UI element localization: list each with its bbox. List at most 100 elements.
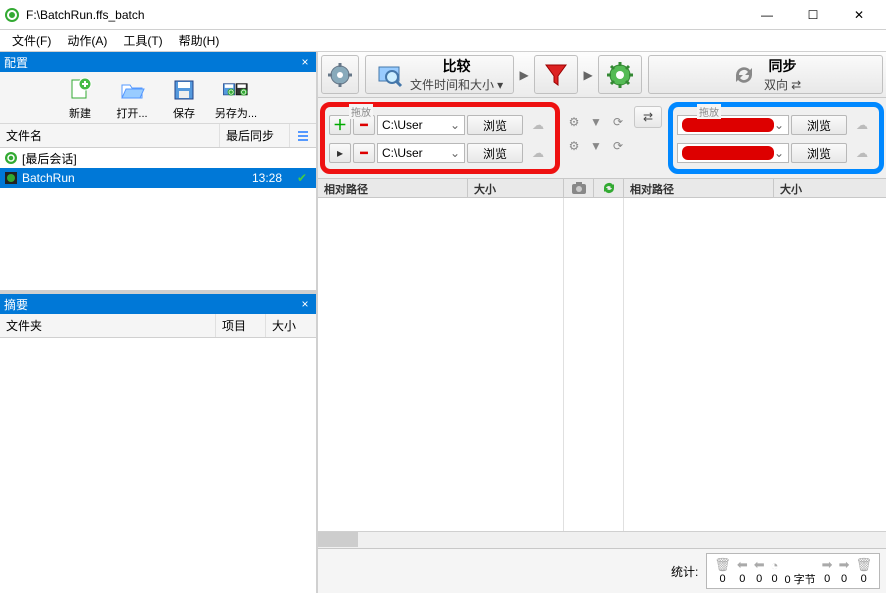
chevron-down-icon[interactable]: ⌄ bbox=[774, 146, 784, 160]
browse-left-0[interactable]: 浏览 bbox=[467, 115, 523, 135]
config-panel-close[interactable]: × bbox=[298, 55, 312, 69]
stat-data-left-icon: ◔ bbox=[771, 557, 779, 573]
right-path-input-0[interactable]: ⌄ bbox=[677, 115, 789, 135]
select-pair-button-1[interactable]: ▸ bbox=[329, 143, 351, 163]
stat-bytes-icon bbox=[798, 555, 802, 571]
arrow-sep-1: ▶ bbox=[517, 52, 531, 97]
save-label: 保存 bbox=[173, 105, 195, 121]
filter-button[interactable] bbox=[534, 55, 578, 94]
stats-box: 🗑0 ⬅0 ⬅0 ◔0 0 字节 ➡0 ➡0 🗑0 bbox=[706, 553, 880, 589]
left-path-input-1[interactable]: C:\User⌄ bbox=[377, 143, 465, 163]
chevron-down-icon[interactable]: ⌄ bbox=[774, 118, 784, 132]
chevron-down-icon: ▾ bbox=[497, 78, 503, 92]
config-row-time: 13:28 bbox=[232, 171, 292, 185]
summary-header-folder[interactable]: 文件夹 bbox=[0, 314, 216, 337]
gear-green-icon bbox=[606, 61, 634, 89]
stats-label: 统计: bbox=[671, 563, 698, 580]
add-pair-button[interactable]: ＋ bbox=[329, 115, 351, 135]
filter-icon[interactable]: ▼ bbox=[586, 136, 606, 156]
cloud-icon[interactable]: ☁ bbox=[849, 115, 875, 135]
filter-icon[interactable]: ▼ bbox=[586, 112, 606, 132]
stat-update-right-icon: ➡ bbox=[839, 557, 850, 573]
redacted-path bbox=[682, 146, 774, 160]
comparison-grid[interactable] bbox=[318, 198, 886, 531]
left-paths-group: 拖放 ＋ ━ C:\User⌄ 浏览 ☁ ▸ ━ C:\User⌄ 浏览 ☁ bbox=[320, 102, 560, 174]
right-path-input-1[interactable]: ⌄ bbox=[677, 143, 789, 163]
chevron-down-icon[interactable]: ⌄ bbox=[450, 118, 460, 132]
config-row-check: ✔ bbox=[292, 171, 312, 185]
config-row-batchrun[interactable]: BatchRun 13:28 ✔ bbox=[0, 168, 316, 188]
summary-panel-header: 摘要 × bbox=[0, 294, 316, 314]
window-title: F:\BatchRun.ffs_batch bbox=[26, 8, 744, 22]
stat-update-left-icon: ⬅ bbox=[737, 557, 748, 573]
stat-create-right-icon: ➡ bbox=[822, 557, 833, 573]
list-header-filename[interactable]: 文件名 bbox=[0, 124, 220, 147]
stat-delete-right-icon: 🗑 bbox=[855, 557, 872, 573]
open-label: 打开... bbox=[116, 105, 147, 121]
saveas-button[interactable]: 另存为... bbox=[213, 76, 259, 121]
gear-icon bbox=[327, 62, 353, 88]
menu-action[interactable]: 动作(A) bbox=[59, 30, 115, 51]
summary-header-size[interactable]: 大小 bbox=[266, 314, 316, 337]
browse-right-0[interactable]: 浏览 bbox=[791, 115, 847, 135]
redacted-path bbox=[682, 118, 774, 132]
save-button[interactable]: 保存 bbox=[161, 76, 207, 121]
grid-header-left-path[interactable]: 相对路径 bbox=[318, 179, 468, 197]
summary-panel-title: 摘要 bbox=[4, 296, 28, 313]
config-row-last-session[interactable]: [最后会话] bbox=[0, 148, 316, 168]
summary-panel-close[interactable]: × bbox=[298, 297, 312, 311]
menu-tools[interactable]: 工具(T) bbox=[115, 30, 170, 51]
sync-subtitle: 双向 bbox=[764, 78, 788, 92]
maximize-button[interactable]: ☐ bbox=[790, 0, 836, 30]
config-panel-header: 配置 × bbox=[0, 52, 316, 72]
open-button[interactable]: 打开... bbox=[109, 76, 155, 121]
grid-header-right-size[interactable]: 大小 bbox=[774, 179, 886, 197]
chevron-down-icon[interactable]: ⌄ bbox=[450, 146, 460, 160]
gear-icon[interactable]: ⚙ bbox=[564, 136, 584, 156]
close-button[interactable]: ✕ bbox=[836, 0, 882, 30]
config-row-name: BatchRun bbox=[22, 171, 75, 185]
new-label: 新建 bbox=[69, 105, 91, 121]
cloud-icon[interactable]: ☁ bbox=[525, 143, 551, 163]
save-icon bbox=[170, 76, 198, 104]
list-header-menu-icon[interactable] bbox=[290, 124, 316, 147]
remove-pair-button-1[interactable]: ━ bbox=[353, 143, 375, 163]
open-icon bbox=[118, 76, 146, 104]
new-button[interactable]: 新建 bbox=[57, 76, 103, 121]
gear-icon[interactable]: ⚙ bbox=[564, 112, 584, 132]
menu-help[interactable]: 帮助(H) bbox=[171, 30, 228, 51]
settings-button[interactable] bbox=[321, 55, 359, 94]
stat-create-left-icon: ⬅ bbox=[754, 557, 765, 573]
sync-title: 同步 bbox=[769, 56, 797, 76]
menu-file[interactable]: 文件(F) bbox=[4, 30, 59, 51]
compare-button[interactable]: 比较 文件时间和大小 ▾ bbox=[365, 55, 514, 94]
saveas-label: 另存为... bbox=[215, 105, 257, 121]
compare-title: 比较 bbox=[443, 56, 471, 76]
grid-header-left-size[interactable]: 大小 bbox=[468, 179, 564, 197]
sync-mini-icon[interactable]: ⟳ bbox=[608, 112, 628, 132]
sync-settings-button[interactable] bbox=[598, 55, 642, 94]
minimize-button[interactable]: — bbox=[744, 0, 790, 30]
drag-label-right: 拖放 bbox=[697, 104, 721, 119]
camera-icon[interactable] bbox=[564, 179, 594, 197]
arrow-sep-2: ▶ bbox=[581, 52, 595, 97]
config-list[interactable]: [最后会话] BatchRun 13:28 ✔ bbox=[0, 148, 316, 290]
stat-delete-left-icon: 🗑 bbox=[714, 557, 731, 573]
browse-right-1[interactable]: 浏览 bbox=[791, 143, 847, 163]
sync-mini-icon[interactable]: ⟳ bbox=[608, 136, 628, 156]
sync-button[interactable]: 同步 双向 ⇄ bbox=[648, 55, 883, 94]
magnifier-icon bbox=[376, 61, 404, 89]
cloud-icon[interactable]: ☁ bbox=[849, 143, 875, 163]
grid-header-right-path[interactable]: 相对路径 bbox=[624, 179, 774, 197]
cloud-icon[interactable]: ☁ bbox=[525, 115, 551, 135]
swap-button[interactable]: ⇄ bbox=[634, 106, 662, 128]
new-icon bbox=[66, 76, 94, 104]
browse-left-1[interactable]: 浏览 bbox=[467, 143, 523, 163]
refresh-icon bbox=[4, 151, 18, 165]
summary-header-items[interactable]: 项目 bbox=[216, 314, 266, 337]
config-row-name: [最后会话] bbox=[22, 150, 77, 167]
horizontal-scrollbar[interactable] bbox=[318, 531, 886, 548]
sync-icon[interactable] bbox=[594, 179, 624, 197]
left-path-input-0[interactable]: C:\User⌄ bbox=[377, 115, 465, 135]
list-header-lastsync[interactable]: 最后同步 bbox=[220, 124, 290, 147]
